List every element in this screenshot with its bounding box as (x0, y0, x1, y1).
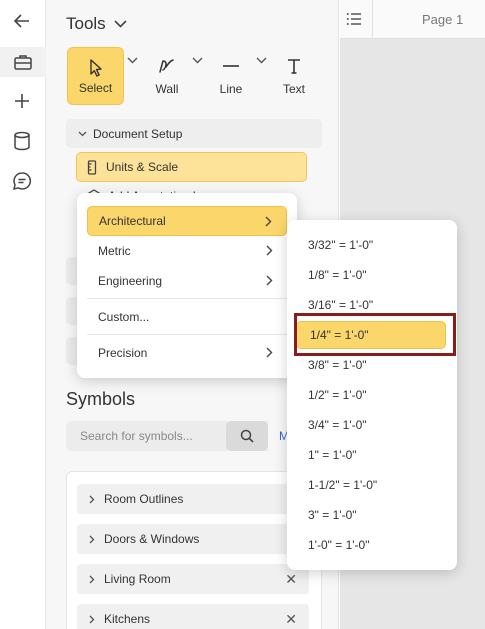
icon-rail (0, 0, 46, 629)
scale-option[interactable]: 1-1/2" = 1'-0" (295, 471, 449, 499)
divider (372, 0, 373, 39)
chevron-down-icon (114, 20, 127, 28)
line-icon (223, 65, 239, 67)
category-label: Room Outlines (104, 492, 184, 506)
close-icon[interactable]: ✕ (285, 611, 297, 628)
category-living-room[interactable]: Living Room ✕ (77, 564, 309, 594)
menu-separator (87, 298, 287, 299)
chevron-right-icon (266, 275, 273, 286)
tools-title[interactable]: Tools (66, 14, 127, 34)
text-icon (288, 59, 300, 74)
menu-item-label: Architectural (99, 214, 166, 228)
close-icon[interactable]: ✕ (285, 571, 297, 588)
chevron-right-icon (89, 495, 95, 503)
category-doors-windows[interactable]: Doors & Windows (77, 524, 309, 554)
line-tool-label: Line (219, 82, 243, 96)
database-icon[interactable] (9, 128, 35, 154)
tools-title-label: Tools (66, 14, 106, 33)
category-label: Kitchens (104, 612, 151, 626)
wall-icon (159, 59, 174, 73)
back-arrow-icon[interactable] (9, 8, 35, 34)
menu-item-label: Engineering (98, 274, 163, 288)
list-icon[interactable] (346, 12, 362, 26)
line-tool-button[interactable]: Line (208, 47, 254, 105)
scale-option[interactable]: 3/32" = 1'-0" (295, 231, 449, 259)
select-options-chevron-icon[interactable] (127, 57, 138, 64)
menu-item-custom[interactable]: Custom... (87, 302, 287, 332)
scale-option[interactable]: 3" = 1'-0" (295, 501, 449, 529)
menu-separator (87, 334, 287, 335)
menu-item-architectural[interactable]: Architectural (87, 206, 287, 236)
ruler-icon (87, 159, 97, 175)
chevron-down-icon (78, 131, 87, 136)
category-kitchens[interactable]: Kitchens ✕ (77, 604, 309, 629)
search-button[interactable] (226, 421, 268, 451)
symbols-title: Symbols (66, 389, 136, 409)
menu-item-label: Precision (98, 346, 148, 360)
chevron-right-icon (89, 575, 95, 583)
scale-submenu: 3/32" = 1'-0" 1/8" = 1'-0" 3/16" = 1'-0"… (287, 220, 457, 570)
wall-tool-label: Wall (155, 82, 179, 96)
document-setup-header[interactable]: Document Setup (66, 119, 322, 148)
chat-icon[interactable] (9, 168, 35, 194)
document-setup-label: Document Setup (93, 126, 183, 141)
chevron-right-icon (89, 615, 95, 623)
text-tool-button[interactable]: Text (272, 47, 316, 105)
select-tool-button[interactable]: Select (67, 47, 124, 105)
units-dropdown-menu: Architectural Metric Engineering Custom.… (77, 193, 297, 378)
wall-tool-button[interactable]: Wall (144, 47, 190, 105)
page-label[interactable]: Page 1 (422, 12, 463, 27)
chevron-right-icon (266, 245, 273, 256)
scale-option[interactable]: 1'-0" = 1'-0" (295, 531, 449, 559)
scale-option[interactable]: 1/2" = 1'-0" (295, 381, 449, 409)
search-icon (240, 429, 254, 443)
menu-item-metric[interactable]: Metric (87, 236, 287, 266)
menu-item-precision[interactable]: Precision (87, 338, 287, 368)
text-tool-label: Text (282, 82, 305, 96)
add-icon[interactable] (9, 88, 35, 114)
scale-option[interactable]: 3/4" = 1'-0" (295, 411, 449, 439)
menu-item-label: Metric (98, 244, 131, 258)
menu-item-engineering[interactable]: Engineering (87, 266, 287, 296)
category-label: Doors & Windows (104, 532, 200, 546)
units-scale-item[interactable]: Units & Scale (76, 152, 307, 182)
toolbox-icon[interactable] (0, 47, 46, 77)
scale-option[interactable]: 1/8" = 1'-0" (295, 261, 449, 289)
units-scale-label: Units & Scale (106, 160, 179, 174)
menu-item-label: Custom... (98, 310, 150, 324)
chevron-right-icon (89, 535, 95, 543)
selection-highlight-outline (294, 313, 456, 356)
canvas-topbar: Page 1 (340, 0, 485, 39)
wall-options-chevron-icon[interactable] (192, 57, 203, 64)
scale-option[interactable]: 1" = 1'-0" (295, 441, 449, 469)
select-tool-label: Select (78, 81, 113, 95)
category-label: Living Room (104, 572, 171, 586)
chevron-right-icon (265, 216, 272, 227)
symbol-category-list: Room Outlines Doors & Windows Living Roo… (66, 471, 322, 629)
category-room-outlines[interactable]: Room Outlines (77, 484, 309, 514)
chevron-right-icon (266, 347, 273, 358)
cursor-icon (89, 59, 102, 77)
line-options-chevron-icon[interactable] (256, 57, 267, 64)
